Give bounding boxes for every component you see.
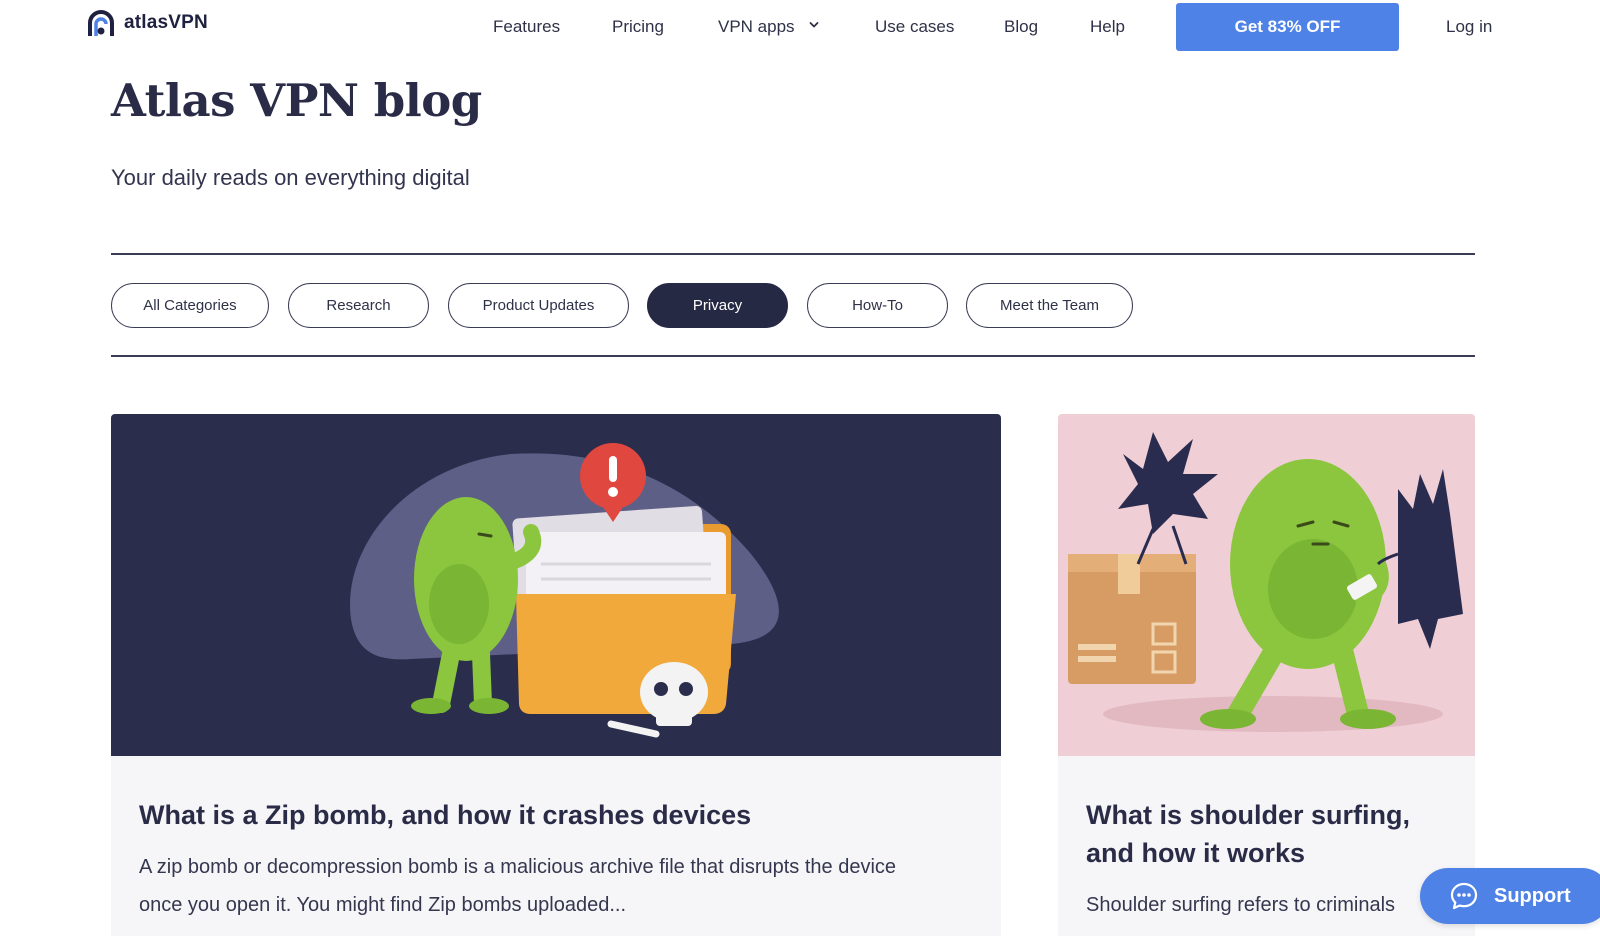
zip-bomb-illustration [111, 414, 1001, 756]
get-discount-button[interactable]: Get 83% OFF [1176, 3, 1399, 51]
nav-features[interactable]: Features [493, 17, 560, 37]
nav-pricing[interactable]: Pricing [612, 17, 664, 37]
post-excerpt-line-1: A zip bomb or decompression bomb is a ma… [139, 856, 897, 878]
filter-research[interactable]: Research [288, 283, 429, 328]
nav-use-cases[interactable]: Use cases [875, 17, 954, 37]
filter-privacy[interactable]: Privacy [647, 283, 788, 328]
chevron-down-icon [809, 22, 819, 28]
filter-meet-the-team[interactable]: Meet the Team [966, 283, 1133, 328]
support-label: Support [1494, 884, 1571, 907]
divider-bottom [111, 355, 1475, 357]
post-title[interactable]: What is a Zip bomb, and how it crashes d… [139, 796, 751, 834]
page-title: Atlas VPN blog [111, 74, 482, 127]
filter-all-categories[interactable]: All Categories [111, 283, 269, 328]
page-subtitle: Your daily reads on everything digital [111, 165, 470, 190]
nav-help[interactable]: Help [1090, 17, 1125, 37]
site-header: atlasVPN Features Pricing VPN apps Use c… [0, 0, 1600, 56]
logo[interactable]: atlasVPN [86, 8, 208, 38]
logo-text: atlasVPN [124, 12, 208, 33]
post-excerpt-line-2: once you open it. You might find Zip bom… [139, 894, 627, 916]
nav-blog[interactable]: Blog [1004, 17, 1038, 37]
atlas-logo-icon [88, 10, 114, 36]
support-button[interactable]: Support [1420, 868, 1600, 924]
filter-product-updates[interactable]: Product Updates [448, 283, 629, 328]
post-excerpt-line-1: Shoulder surfing refers to criminals [1086, 894, 1396, 916]
post-title-line-2: and how it works [1086, 838, 1306, 868]
post-card-shoulder-surfing[interactable]: What is shoulder surfing, and how it wor… [1058, 414, 1475, 936]
shoulder-surfing-illustration [1058, 414, 1475, 756]
post-card-zip-bomb[interactable]: What is a Zip bomb, and how it crashes d… [111, 414, 1001, 936]
login-link[interactable]: Log in [1446, 17, 1492, 37]
divider-top [111, 253, 1475, 255]
chat-bubble-icon [1450, 882, 1478, 910]
post-title[interactable]: What is shoulder surfing, and how it wor… [1086, 796, 1410, 872]
filter-how-to[interactable]: How-To [807, 283, 948, 328]
post-title-line-1: What is shoulder surfing, [1086, 800, 1411, 830]
nav-vpn-apps-label: VPN apps [718, 17, 795, 36]
nav-vpn-apps[interactable]: VPN apps [718, 17, 819, 37]
